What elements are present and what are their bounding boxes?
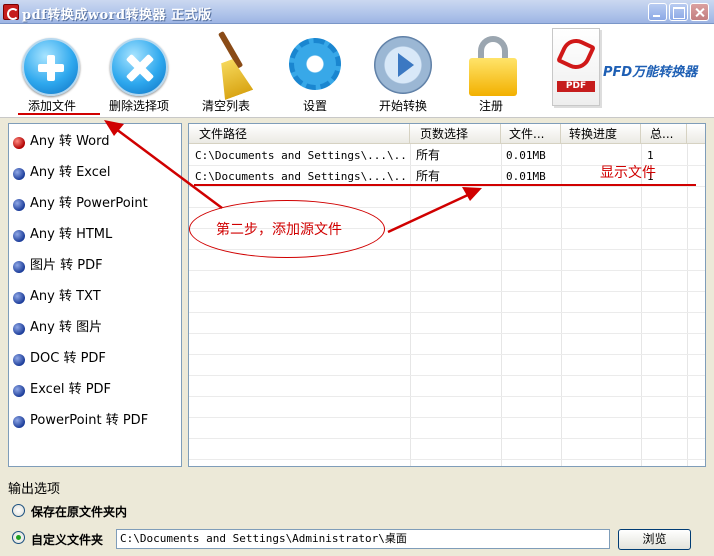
start-convert-button[interactable]: 开始转换 <box>359 24 447 116</box>
brand-name: PFD万能转换器 <box>603 65 698 80</box>
column-header-pages[interactable]: 页数选择 <box>410 124 501 144</box>
nav-item-powerpoint-to-pdf[interactable]: PowerPoint 转 PDF <box>12 411 178 431</box>
nav-item-excel-to-pdf[interactable]: Excel 转 PDF <box>12 380 178 400</box>
pdf-logo-icon: PDF <box>552 28 600 106</box>
delete-x-icon <box>110 38 168 96</box>
add-file-button[interactable]: 添加文件 <box>8 24 96 116</box>
toolbar: 添加文件 删除选择项 清空列表 设置 开始转换 注册 PDF PFD万能转换器 <box>0 24 714 118</box>
cell-pages: 所有 <box>416 148 441 162</box>
broom-icon <box>202 31 252 98</box>
register-button[interactable]: 注册 <box>447 24 535 116</box>
label-custom-folder[interactable]: 自定义文件夹 <box>31 531 103 548</box>
browse-button[interactable]: 浏览 <box>618 529 691 550</box>
pdf-badge: PDF <box>557 81 595 92</box>
column-header-size[interactable]: 文件... <box>501 124 561 144</box>
table-header: 文件路径 页数选择 文件... 转换进度 总... <box>189 124 705 144</box>
radio-dot-icon <box>13 416 25 428</box>
radio-dot-icon <box>13 168 25 180</box>
start-convert-label: 开始转换 <box>378 99 427 113</box>
minimize-button[interactable] <box>648 3 667 21</box>
annotation-show-file: 显示文件 <box>600 165 656 181</box>
cell-path: C:\Documents and Settings\...\... <box>195 149 407 162</box>
add-file-label: 添加文件 <box>27 99 76 113</box>
nav-item-any-to-powerpoint[interactable]: Any 转 PowerPoint <box>12 194 178 214</box>
lock-icon <box>469 36 517 96</box>
play-icon <box>374 36 432 94</box>
nav-item-any-to-txt[interactable]: Any 转 TXT <box>12 287 178 307</box>
radio-dot-icon <box>13 385 25 397</box>
output-options-title: 输出选项 <box>8 482 61 497</box>
close-button[interactable] <box>690 3 709 21</box>
nav-item-any-to-word[interactable]: Any 转 Word <box>12 132 178 152</box>
settings-button[interactable]: 设置 <box>271 24 359 116</box>
maximize-button[interactable] <box>669 3 688 21</box>
clear-list-button[interactable]: 清空列表 <box>182 24 270 116</box>
radio-dot-icon <box>13 354 25 366</box>
delete-selected-button[interactable]: 删除选择项 <box>95 24 183 116</box>
cell-pages: 所有 <box>416 169 441 183</box>
nav-item-any-to-excel[interactable]: Any 转 Excel <box>12 163 178 183</box>
label-save-original[interactable]: 保存在原文件夹内 <box>31 503 127 520</box>
radio-dot-icon <box>13 323 25 335</box>
register-label: 注册 <box>478 99 503 113</box>
delete-selected-label: 删除选择项 <box>108 99 169 113</box>
cell-size: 0.01MB <box>506 149 546 162</box>
radio-dot-icon <box>13 137 25 149</box>
column-header-path[interactable]: 文件路径 <box>189 124 410 144</box>
cell-size: 0.01MB <box>506 170 546 183</box>
nav-item-any-to-html[interactable]: Any 转 HTML <box>12 225 178 245</box>
clear-list-label: 清空列表 <box>201 99 250 113</box>
radio-dot-icon <box>13 292 25 304</box>
app-icon <box>3 4 19 20</box>
radio-dot-icon <box>13 199 25 211</box>
column-header-progress[interactable]: 转换进度 <box>561 124 641 144</box>
title-bar: pdf转换成word转换器 正式版 <box>0 0 714 24</box>
nav-item-doc-to-pdf[interactable]: DOC 转 PDF <box>12 349 178 369</box>
nav-item-image-to-pdf[interactable]: 图片 转 PDF <box>12 256 178 276</box>
conversion-type-list: Any 转 Word Any 转 Excel Any 转 PowerPoint … <box>8 123 182 467</box>
radio-dot-icon <box>13 261 25 273</box>
column-header-total[interactable]: 总... <box>641 124 687 144</box>
radio-custom-folder[interactable] <box>12 531 25 544</box>
annotation-step2: 第二步，添加源文件 <box>216 222 342 238</box>
nav-item-any-to-image[interactable]: Any 转 图片 <box>12 318 178 338</box>
output-path-field[interactable]: C:\Documents and Settings\Administrator\… <box>116 529 610 549</box>
window-title: pdf转换成word转换器 正式版 <box>22 8 212 23</box>
radio-save-original[interactable] <box>12 504 25 517</box>
gear-icon <box>289 38 341 90</box>
cell-path: C:\Documents and Settings\...\... <box>195 170 407 183</box>
settings-label: 设置 <box>302 99 327 113</box>
radio-dot-icon <box>13 230 25 242</box>
plus-icon <box>22 38 80 96</box>
